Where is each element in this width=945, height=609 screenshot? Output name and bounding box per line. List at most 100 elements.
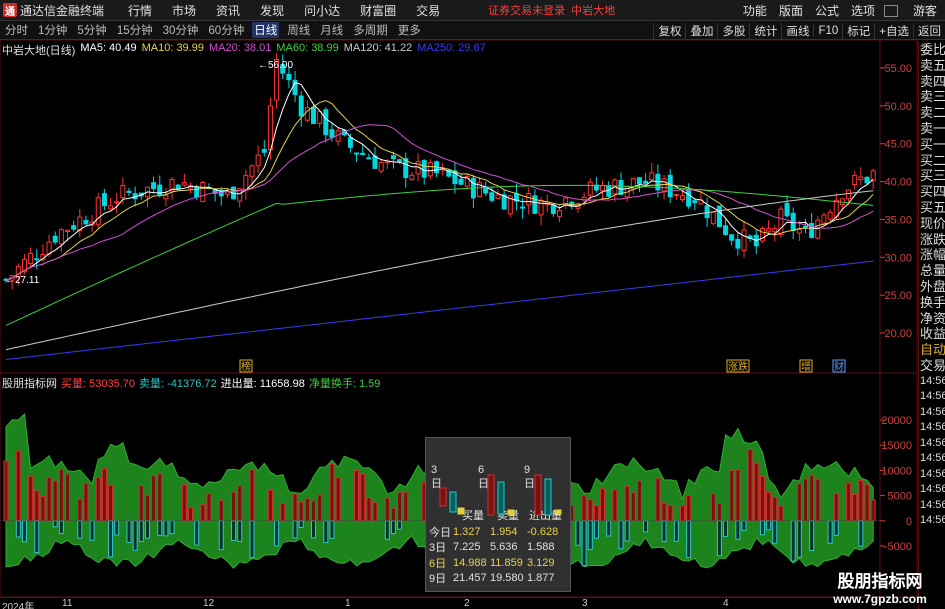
app-logo-icon: 通 bbox=[3, 3, 17, 18]
period-multi[interactable]: 多周期 bbox=[351, 22, 390, 38]
sell-volume-bar bbox=[34, 520, 40, 554]
side-panel-label: 卖四 bbox=[920, 73, 945, 89]
fuquan-button[interactable]: 复权 bbox=[653, 22, 685, 39]
menu-item-faxian[interactable]: 发现 bbox=[260, 2, 284, 19]
buy-volume-bar bbox=[3, 460, 9, 522]
menu-item-gongshi[interactable]: 公式 bbox=[815, 2, 839, 19]
menu-item-wenxiaoda[interactable]: 问小达 bbox=[304, 2, 340, 19]
window-restore-icon[interactable] bbox=[883, 4, 898, 17]
menu-item-caifuquan[interactable]: 财富圈 bbox=[360, 2, 396, 19]
sell-volume-bar bbox=[274, 520, 280, 547]
period-monthly[interactable]: 月线 bbox=[318, 22, 345, 38]
candle-body bbox=[163, 194, 169, 200]
date-tick: 1 bbox=[345, 598, 351, 609]
candle-body bbox=[378, 161, 384, 172]
sell-volume-bar bbox=[723, 520, 729, 537]
mark-button[interactable]: 标记 bbox=[842, 22, 874, 39]
row-inflow: -0.628 bbox=[527, 525, 559, 538]
period-fenshi[interactable]: 分时 bbox=[3, 22, 30, 38]
buy-volume-bar bbox=[108, 484, 114, 522]
menu-item-hangqing[interactable]: 行情 bbox=[128, 2, 152, 19]
period-more[interactable]: 更多 bbox=[396, 22, 423, 38]
menu-item-zixun[interactable]: 资讯 bbox=[216, 2, 240, 19]
buy-volume-bar bbox=[803, 478, 808, 522]
period-daily[interactable]: 日线 bbox=[252, 22, 280, 38]
buy-volume-bar bbox=[317, 494, 323, 522]
buy-volume-bar bbox=[403, 491, 409, 522]
row-sell: 19.580 bbox=[490, 572, 524, 585]
period-5min[interactable]: 5分钟 bbox=[75, 22, 108, 38]
indicator-axis-label: 20000 bbox=[881, 415, 912, 427]
sell-volume-bar bbox=[126, 520, 132, 543]
side-panel-label: 14:56 bbox=[920, 390, 945, 403]
sell-volume-bar bbox=[766, 520, 772, 531]
price-axis-label: 25.00 bbox=[884, 290, 912, 302]
candle-body bbox=[286, 73, 292, 81]
candle-body bbox=[686, 189, 692, 207]
buy-volume-bar bbox=[311, 500, 316, 522]
sell-volume-bar bbox=[606, 520, 612, 537]
period-toolbar: 分时 1分钟 5分钟 15分钟 30分钟 60分钟 日线 周线 月线 多周期 更… bbox=[0, 21, 945, 40]
buy-volume-bar bbox=[335, 477, 341, 522]
guest-user[interactable]: 游客 bbox=[913, 2, 937, 19]
menu-item-gongneng[interactable]: 功能 bbox=[743, 2, 767, 19]
period-30min[interactable]: 30分钟 bbox=[161, 22, 201, 38]
menu-item-banmian[interactable]: 版面 bbox=[779, 2, 803, 19]
buy-volume-bar bbox=[292, 493, 298, 522]
period-1min[interactable]: 1分钟 bbox=[36, 22, 69, 38]
candle-body bbox=[354, 152, 360, 155]
row-sell: 11.859 bbox=[490, 556, 523, 569]
sell-volume-bar bbox=[132, 520, 138, 551]
buy-volume-bar bbox=[716, 502, 722, 522]
buy-volume-bar bbox=[870, 499, 876, 522]
sell-volume-bar bbox=[673, 520, 679, 542]
trade-login-notice[interactable]: 证券交易未登录 bbox=[488, 2, 565, 18]
draw-line-button[interactable]: 画线 bbox=[781, 22, 813, 39]
indicator-inflow: 进出量: 11658.98 bbox=[220, 378, 305, 390]
sell-volume-bar bbox=[58, 520, 64, 535]
sell-volume-bar bbox=[759, 520, 765, 536]
side-panel-label: 14:56 bbox=[920, 452, 945, 465]
buy-volume-bar bbox=[384, 497, 390, 522]
buy-volume-bar bbox=[144, 494, 150, 522]
period-60min[interactable]: 60分钟 bbox=[206, 22, 246, 38]
menu-item-jiaoyi[interactable]: 交易 bbox=[416, 2, 440, 19]
sell-volume-bar bbox=[249, 520, 255, 559]
f10-button[interactable]: F10 bbox=[813, 24, 842, 37]
buy-volume-bar bbox=[200, 504, 206, 522]
buy-volume-bar bbox=[329, 463, 335, 522]
candle-body bbox=[255, 154, 261, 167]
menu-item-shichang[interactable]: 市场 bbox=[172, 2, 196, 19]
sell-volume-bar bbox=[15, 520, 21, 538]
popup-day-3-suffix: 日 bbox=[431, 478, 442, 490]
indicator-axis-label: 0 bbox=[906, 516, 912, 528]
ma60-label: MA60: 38.99 bbox=[276, 42, 339, 54]
toolbar-right-group: 复权 叠加 多股 统计 画线 F10 标记 +自选 返回 bbox=[653, 21, 945, 40]
sell-volume-bar bbox=[384, 520, 390, 540]
popup-day-6: 6 bbox=[478, 464, 485, 476]
price-axis-label: 45.00 bbox=[884, 139, 912, 151]
side-panel-label: 涨跌 bbox=[920, 231, 945, 247]
overlay-button[interactable]: 叠加 bbox=[685, 22, 717, 39]
price-axis-label: 30.00 bbox=[884, 252, 912, 264]
sell-volume-bar bbox=[809, 520, 815, 552]
add-watchlist-button[interactable]: +自选 bbox=[874, 22, 913, 39]
period-weekly[interactable]: 周线 bbox=[285, 22, 312, 38]
sell-volume-bar bbox=[735, 520, 741, 540]
menu-item-xuanxiang[interactable]: 选项 bbox=[851, 2, 875, 19]
row-sell: 5.636 bbox=[490, 541, 518, 554]
candle-body bbox=[52, 235, 58, 243]
indicator-info: 股朋指标网 买量: 53035.70 卖量: -41376.72 进出量: 11… bbox=[2, 375, 384, 390]
stats-button[interactable]: 统计 bbox=[749, 22, 781, 39]
buy-volume-bar bbox=[188, 507, 193, 522]
candle-body bbox=[360, 152, 366, 155]
back-button[interactable]: 返回 bbox=[913, 22, 945, 39]
sell-volume-bar bbox=[89, 520, 95, 541]
candle-body bbox=[249, 165, 255, 177]
sell-volume-bar bbox=[21, 520, 27, 543]
side-panel-label: 卖三 bbox=[920, 89, 945, 105]
period-15min[interactable]: 15分钟 bbox=[115, 22, 155, 38]
candle-body bbox=[741, 229, 747, 251]
multi-stock-button[interactable]: 多股 bbox=[717, 22, 749, 39]
indicator-axis-label: 5000 bbox=[888, 491, 912, 503]
